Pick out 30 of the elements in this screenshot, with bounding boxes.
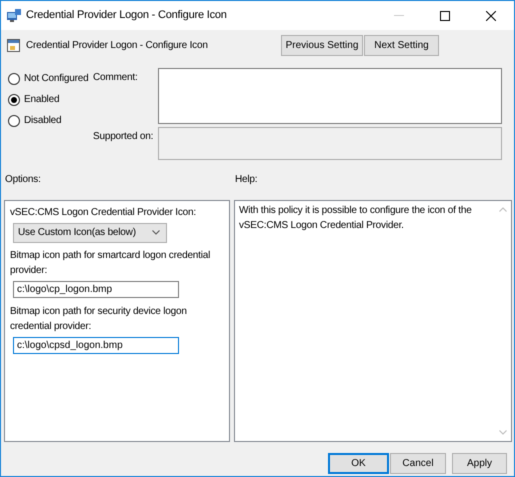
path-field[interactable]: c:\logo\cp_logon.bmp (13, 280, 179, 298)
app-icon (7, 9, 21, 22)
nav-button[interactable]: Previous Setting (281, 34, 363, 56)
field-label: Supported on: (93, 130, 154, 144)
scroll-up-icon[interactable] (499, 206, 507, 212)
radio-option[interactable]: Disabled (8, 110, 93, 131)
policy-icon (7, 38, 20, 52)
caret-icon (152, 230, 160, 235)
icon-dropdown[interactable]: Use Custom Icon(as below) (13, 222, 167, 242)
maximize-icon (440, 10, 450, 20)
option-label: Bitmap icon path for security device logon credential provider: (10, 304, 188, 334)
option-label: Bitmap icon path for smartcard logon credential provider: (10, 248, 212, 278)
radio-option[interactable]: Not Configured (8, 68, 93, 89)
help-text: With this policy it is possible to configure the icon of the vSEC:CMS Logon Credential Provider. (238, 204, 473, 232)
dialog-button[interactable]: OK (328, 452, 389, 474)
section-label: Options: (5, 172, 42, 186)
comment-field[interactable] (158, 68, 502, 124)
field-label: Comment: (93, 71, 139, 85)
dialog-button[interactable]: Apply (452, 452, 507, 474)
radio-option[interactable]: Enabled (8, 89, 93, 110)
close-icon (486, 10, 496, 20)
window-title: Credential Provider Logon - Configure Icon (26, 8, 228, 24)
scroll-down-icon[interactable] (499, 430, 507, 434)
nav-button[interactable]: Next Setting (364, 34, 439, 56)
section-label: Help: (235, 172, 258, 186)
setting-title: Credential Provider Logon - Configure Icon (26, 38, 209, 52)
path-field[interactable]: c:\logo\cpsd_logon.bmp (13, 336, 179, 354)
dialog-button[interactable]: Cancel (390, 452, 446, 474)
option-label: vSEC:CMS Logon Credential Provider Icon: (10, 206, 197, 220)
minimize-icon (394, 15, 404, 16)
